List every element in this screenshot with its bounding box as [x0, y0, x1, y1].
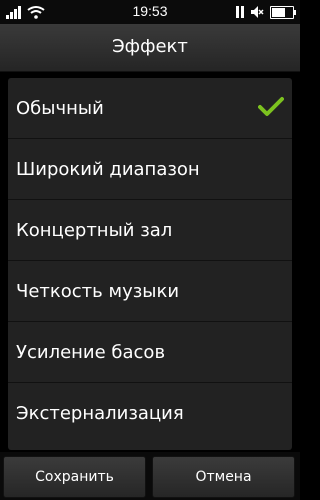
- status-right: [236, 3, 296, 21]
- status-bar: 19:53: [0, 0, 300, 24]
- save-button[interactable]: Сохранить: [3, 456, 146, 498]
- page-title: Эффект: [112, 36, 188, 57]
- effect-item[interactable]: Концертный зал: [8, 200, 292, 261]
- pause-icon: [236, 6, 244, 18]
- effect-item-label: Экстернализация: [16, 403, 184, 424]
- effect-item-label: Обычный: [16, 97, 104, 119]
- battery-icon: [270, 5, 296, 19]
- cancel-button[interactable]: Отмена: [152, 456, 295, 498]
- effect-item[interactable]: Усиление басов: [8, 322, 292, 383]
- effect-item-label: Широкий диапазон: [16, 158, 200, 180]
- effect-item[interactable]: Широкий диапазон: [8, 139, 292, 200]
- footer: Сохранить Отмена: [0, 452, 300, 500]
- effect-item-label: Усиление басов: [16, 341, 166, 363]
- effect-item-label: Концертный зал: [16, 219, 173, 241]
- effect-item-label: Четкость музыки: [16, 280, 180, 302]
- effect-list: Обычный Широкий диапазон Концертный зал Чет…: [8, 78, 292, 450]
- battery-fill: [272, 7, 286, 17]
- effect-item[interactable]: Четкость музыки: [8, 261, 292, 322]
- effect-item[interactable]: Обычный: [8, 78, 292, 139]
- checkmark-icon: [258, 97, 284, 116]
- effect-item[interactable]: Экстернализация: [8, 383, 292, 444]
- header: Эффект: [0, 24, 300, 72]
- mute-icon: [251, 6, 264, 18]
